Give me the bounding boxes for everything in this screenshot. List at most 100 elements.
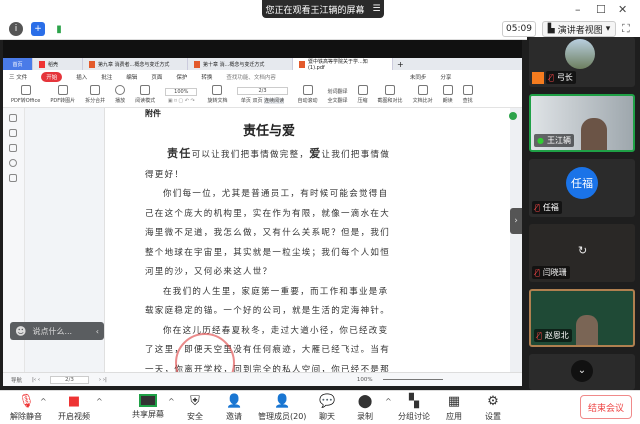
tab-doc-ch9[interactable]: 第九章 消费者...概念与变迁方式 <box>83 58 188 70</box>
scroll-icon <box>302 85 313 95</box>
fullscreen-icon[interactable]: ⛶ <box>622 22 630 36</box>
chevron-down-icon[interactable]: ⌄ <box>571 360 593 382</box>
tab-active-pdf[interactable]: 暨中铁高等学院关于学...知 (1).pdf <box>293 58 393 71</box>
chevron-up-icon[interactable]: ^ <box>96 397 103 406</box>
share-screen-button[interactable]: 共享屏幕 <box>132 394 164 420</box>
compress-button[interactable]: 压缩 <box>357 85 368 104</box>
reading-mode-button[interactable]: 阅读模式 <box>135 85 155 104</box>
chevron-up-icon[interactable]: ^ <box>385 397 392 406</box>
tab-label: 第九章 消费者...概念与变迁方式 <box>98 61 170 68</box>
participant-tile[interactable]: 任福 🎙̸ 任福 <box>529 159 635 217</box>
word-translate-button[interactable]: 划词翻译 <box>328 88 348 95</box>
single-page-button[interactable]: 单页 <box>241 98 251 104</box>
participant-label: 🎙̸ 闫晓珊 <box>532 266 570 279</box>
menu-start[interactable]: 开始 <box>41 72 63 82</box>
tab-doc-ch10[interactable]: 第十章 消...概念与变迁方式 <box>188 58 293 70</box>
page-input[interactable]: 2/3 <box>50 375 89 384</box>
zoom-value[interactable]: 100% <box>357 377 373 383</box>
mic-muted-icon: 🎙̸ <box>535 203 540 212</box>
settings-button[interactable]: ⚙ 设置 <box>485 394 501 422</box>
menu-edit[interactable]: 编辑 <box>126 73 137 81</box>
info-icon[interactable]: i <box>9 22 23 36</box>
meeting-toolbar: 🎙 解除静音 ^ ■ 开启视频 ^ 共享屏幕 ^ ⛨ 安全 👤 邀请 👤 管理成员(20)… <box>0 390 640 424</box>
chat-input-bar[interactable]: ☻ 说点什么... ‹ <box>10 322 104 340</box>
page-nav[interactable]: 2/3 单页 双页 连续阅读 <box>237 87 288 104</box>
attachment-icon[interactable] <box>9 159 17 167</box>
record-button[interactable]: ⬤ 录制 <box>357 394 373 422</box>
menu-file[interactable]: 三 文件 <box>9 73 27 81</box>
page-input[interactable]: 2/3 <box>237 87 288 95</box>
start-video-button[interactable]: ■ 开启视频 <box>58 394 90 422</box>
participant-tile[interactable]: 🎙̸ 赵恩北 <box>529 289 635 347</box>
close-icon[interactable]: ✕ <box>618 3 627 16</box>
participant-tile-active[interactable]: ● 王江辆 <box>529 94 635 152</box>
compare-button[interactable]: 文档比对 <box>413 85 433 104</box>
tab-docer[interactable]: 稻壳 <box>33 58 83 70</box>
button-label: 安全 <box>187 412 203 421</box>
menu-insert[interactable]: 插入 <box>76 73 87 81</box>
chevron-left-icon[interactable]: ‹ <box>96 327 99 336</box>
new-tab-icon[interactable]: + <box>393 60 404 69</box>
button-label: 录制 <box>357 412 373 421</box>
bookmark-icon[interactable] <box>9 114 17 122</box>
share-button[interactable]: 分享 <box>440 73 451 81</box>
menu-convert[interactable]: 转换 <box>201 73 212 81</box>
participant-tile[interactable]: 🎙̸ 弓长 <box>529 37 635 87</box>
signature-icon[interactable] <box>9 174 17 182</box>
zoom-select[interactable]: 100% ▣ ⌑ ▢ ↶ ↷ <box>165 88 198 104</box>
shield-icon[interactable]: + <box>31 22 45 36</box>
menu-protect[interactable]: 保护 <box>176 73 187 81</box>
mic-muted-icon: 🎙̸ <box>535 268 540 277</box>
menu-annotate[interactable]: 批注 <box>101 73 112 81</box>
read-aloud-button[interactable]: 朗读 <box>442 85 453 104</box>
screenshot-button[interactable]: 截图和对比 <box>378 85 403 104</box>
find-button[interactable]: 查找 <box>462 85 473 104</box>
chat-placeholder[interactable]: 说点什么... <box>32 326 72 337</box>
search-box[interactable]: 查找功能、文档内容 <box>226 73 276 81</box>
apps-button[interactable]: ▦ 应用 <box>446 394 462 422</box>
security-button[interactable]: ⛨ 安全 <box>187 394 203 422</box>
participant-tile[interactable]: ↻ 🎙̸ 闫晓珊 <box>529 224 635 282</box>
chat-button[interactable]: 💬 聊天 <box>319 394 335 422</box>
signal-icon[interactable]: ▮ <box>52 22 66 36</box>
manage-members-button[interactable]: 👤 管理成员(20) <box>258 394 306 422</box>
chevron-up-icon[interactable]: ^ <box>168 397 175 406</box>
maximize-icon[interactable]: ☐ <box>596 3 606 16</box>
next-last-page-icon[interactable]: › ›| <box>99 377 107 383</box>
minimize-icon[interactable]: – <box>575 3 581 16</box>
pdf-page: 附件 责任与爱 责任可以让我们把事情做完整，爱让我们把事情做得更好！ 你们每一位… <box>105 108 510 372</box>
full-translate-button[interactable]: 全文翻译 <box>328 97 348 104</box>
double-page-button[interactable]: 双页 <box>252 98 262 104</box>
menu-icon[interactable]: ☰ <box>372 4 380 14</box>
collapse-panel-icon[interactable]: › <box>510 208 522 234</box>
continuous-button[interactable]: 连续阅读 <box>264 98 285 104</box>
view-mode-dropdown[interactable]: ▙ 演讲者视图 ▾ <box>542 21 616 37</box>
end-meeting-button[interactable]: 结束会议 <box>580 395 632 419</box>
unmute-button[interactable]: 🎙 解除静音 <box>10 394 42 422</box>
docer-icon <box>39 60 45 68</box>
comment-icon[interactable] <box>9 144 17 152</box>
menu-page[interactable]: 页面 <box>151 73 162 81</box>
rotate-button[interactable]: 旋转文档 <box>207 85 227 104</box>
nav-toggle[interactable]: 导航 <box>11 376 22 384</box>
intro-bold: 爱 <box>309 147 322 160</box>
thumbnail-icon[interactable] <box>9 129 17 137</box>
split-merge-button[interactable]: 拆分合并 <box>85 85 105 104</box>
translate-group[interactable]: 划词翻译 全文翻译 <box>328 88 348 104</box>
pdf-to-image-button[interactable]: PDF转图片 <box>50 85 75 104</box>
participant-tile[interactable]: ⌄ <box>529 354 635 390</box>
button-label: 聊天 <box>319 412 335 421</box>
chevron-up-icon[interactable]: ^ <box>40 397 47 406</box>
loading-icon: ↻ <box>578 244 588 257</box>
emoji-icon[interactable]: ☻ <box>15 325 26 338</box>
tab-home[interactable]: 首页 <box>3 58 33 70</box>
sync-status[interactable]: 未同步 <box>410 73 427 81</box>
pdf-to-office-button[interactable]: PDF转Office <box>11 85 40 104</box>
play-button[interactable]: 播放 <box>115 85 125 104</box>
assistant-icon[interactable] <box>509 112 517 120</box>
invite-button[interactable]: 👤 邀请 <box>226 394 242 422</box>
breakout-button[interactable]: ▚ 分组讨论 <box>398 394 430 422</box>
first-prev-page-icon[interactable]: |‹ ‹ <box>32 377 40 383</box>
zoom-slider[interactable] <box>382 379 443 380</box>
auto-scroll-button[interactable]: 自动滚动 <box>298 85 318 104</box>
